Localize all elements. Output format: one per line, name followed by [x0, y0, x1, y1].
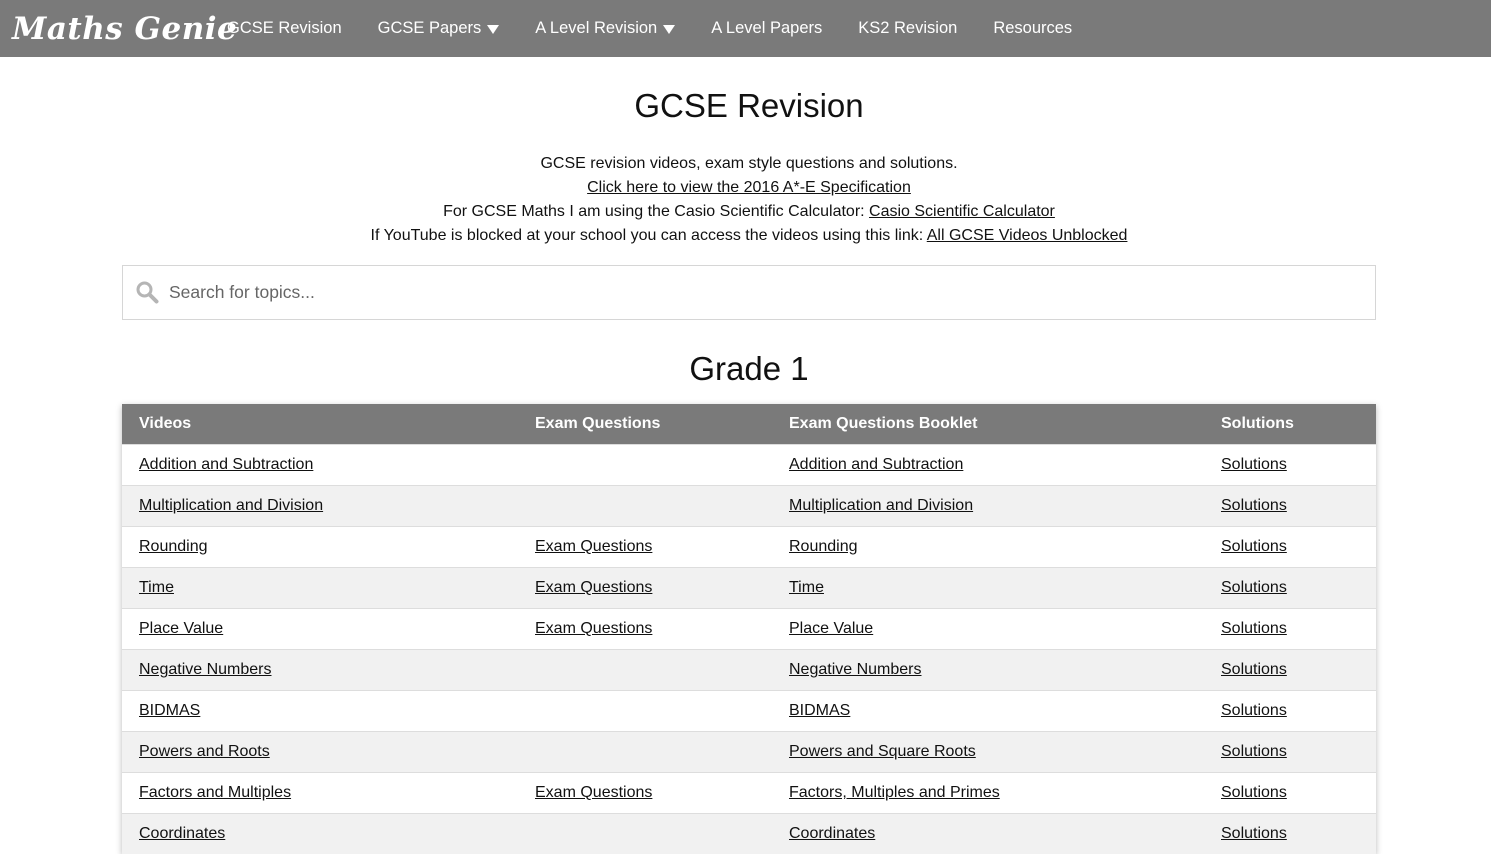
booklet-link[interactable]: Factors, Multiples and Primes [789, 784, 1000, 801]
booklet-link[interactable]: Coordinates [789, 825, 875, 842]
booklet-link[interactable]: Negative Numbers [789, 661, 922, 678]
table-row: Place Value Exam Questions Place Value S… [122, 609, 1376, 650]
specification-link[interactable]: Click here to view the 2016 A*-E Specifi… [587, 179, 911, 196]
nav-menu: GCSE Revision GCSE Papers A Level Revisi… [209, 19, 1090, 38]
column-header-exam-questions: Exam Questions [518, 404, 772, 445]
nav-item-ks2-revision[interactable]: KS2 Revision [858, 19, 957, 38]
table-row: Coordinates Coordinates Solutions [122, 814, 1376, 854]
booklet-link[interactable]: Multiplication and Division [789, 497, 973, 514]
solutions-link[interactable]: Solutions [1221, 702, 1287, 719]
booklet-link[interactable]: Rounding [789, 538, 858, 555]
table-row: Rounding Exam Questions Rounding Solutio… [122, 527, 1376, 568]
video-link[interactable]: Factors and Multiples [139, 784, 291, 801]
exam-questions-link[interactable]: Exam Questions [535, 784, 652, 801]
solutions-link[interactable]: Solutions [1221, 620, 1287, 637]
nav-item-label: GCSE Papers [378, 19, 482, 38]
search-icon [135, 280, 159, 304]
table-row: Powers and Roots Powers and Square Roots… [122, 732, 1376, 773]
table-row: BIDMAS BIDMAS Solutions [122, 691, 1376, 732]
video-link[interactable]: Powers and Roots [139, 743, 270, 760]
exam-questions-link[interactable]: Exam Questions [535, 538, 652, 555]
table-row: Multiplication and Division Multiplicati… [122, 486, 1376, 527]
column-header-booklet: Exam Questions Booklet [772, 404, 1204, 445]
youtube-text: If YouTube is blocked at your school you… [371, 227, 927, 244]
nav-item-a-level-papers[interactable]: A Level Papers [711, 19, 822, 38]
dropdown-caret-icon [487, 25, 499, 34]
video-link[interactable]: Addition and Subtraction [139, 456, 313, 473]
main-content: GCSE Revision GCSE revision videos, exam… [122, 57, 1376, 854]
table-row: Time Exam Questions Time Solutions [122, 568, 1376, 609]
video-link[interactable]: Time [139, 579, 174, 596]
nav-item-gcse-papers[interactable]: GCSE Papers [378, 19, 500, 38]
nav-item-label: GCSE Revision [227, 19, 342, 38]
solutions-link[interactable]: Solutions [1221, 661, 1287, 678]
grade-table: Videos Exam Questions Exam Questions Boo… [122, 404, 1376, 854]
search-box [122, 265, 1376, 320]
video-link[interactable]: BIDMAS [139, 702, 200, 719]
table-row: Negative Numbers Negative Numbers Soluti… [122, 650, 1376, 691]
booklet-link[interactable]: Addition and Subtraction [789, 456, 963, 473]
column-header-videos: Videos [122, 404, 518, 445]
search-input[interactable] [167, 281, 1351, 304]
exam-questions-link[interactable]: Exam Questions [535, 620, 652, 637]
solutions-link[interactable]: Solutions [1221, 456, 1287, 473]
table-row: Addition and Subtraction Addition and Su… [122, 445, 1376, 486]
nav-item-gcse-revision[interactable]: GCSE Revision [227, 19, 342, 38]
table-row: Factors and Multiples Exam Questions Fac… [122, 773, 1376, 814]
intro-text: GCSE revision videos, exam style questio… [122, 152, 1376, 248]
video-link[interactable]: Negative Numbers [139, 661, 272, 678]
table-header-row: Videos Exam Questions Exam Questions Boo… [122, 404, 1376, 445]
video-link[interactable]: Coordinates [139, 825, 225, 842]
booklet-link[interactable]: Powers and Square Roots [789, 743, 976, 760]
exam-questions-link[interactable]: Exam Questions [535, 579, 652, 596]
unblocked-videos-link[interactable]: All GCSE Videos Unblocked [927, 227, 1128, 244]
nav-item-label: KS2 Revision [858, 19, 957, 38]
site-logo[interactable]: Maths Genie [12, 11, 194, 47]
top-navigation-bar: Maths Genie GCSE Revision GCSE Papers A … [0, 0, 1491, 57]
video-link[interactable]: Multiplication and Division [139, 497, 323, 514]
solutions-link[interactable]: Solutions [1221, 497, 1287, 514]
nav-item-label: A Level Papers [711, 19, 822, 38]
calculator-line: For GCSE Maths I am using the Casio Scie… [122, 200, 1376, 224]
nav-item-label: Resources [993, 19, 1072, 38]
page-title: GCSE Revision [122, 87, 1376, 125]
intro-description: GCSE revision videos, exam style questio… [122, 152, 1376, 176]
booklet-link[interactable]: BIDMAS [789, 702, 850, 719]
booklet-link[interactable]: Time [789, 579, 824, 596]
solutions-link[interactable]: Solutions [1221, 538, 1287, 555]
column-header-solutions: Solutions [1204, 404, 1376, 445]
grade-heading: Grade 1 [122, 350, 1376, 388]
calculator-text: For GCSE Maths I am using the Casio Scie… [443, 203, 869, 220]
nav-item-resources[interactable]: Resources [993, 19, 1072, 38]
dropdown-caret-icon [663, 25, 675, 34]
solutions-link[interactable]: Solutions [1221, 579, 1287, 596]
video-link[interactable]: Rounding [139, 538, 208, 555]
calculator-link[interactable]: Casio Scientific Calculator [869, 203, 1055, 220]
booklet-link[interactable]: Place Value [789, 620, 873, 637]
solutions-link[interactable]: Solutions [1221, 784, 1287, 801]
youtube-line: If YouTube is blocked at your school you… [122, 224, 1376, 248]
grade-table-container: Videos Exam Questions Exam Questions Boo… [122, 404, 1376, 854]
nav-item-a-level-revision[interactable]: A Level Revision [535, 19, 675, 38]
nav-item-label: A Level Revision [535, 19, 657, 38]
solutions-link[interactable]: Solutions [1221, 743, 1287, 760]
solutions-link[interactable]: Solutions [1221, 825, 1287, 842]
video-link[interactable]: Place Value [139, 620, 223, 637]
